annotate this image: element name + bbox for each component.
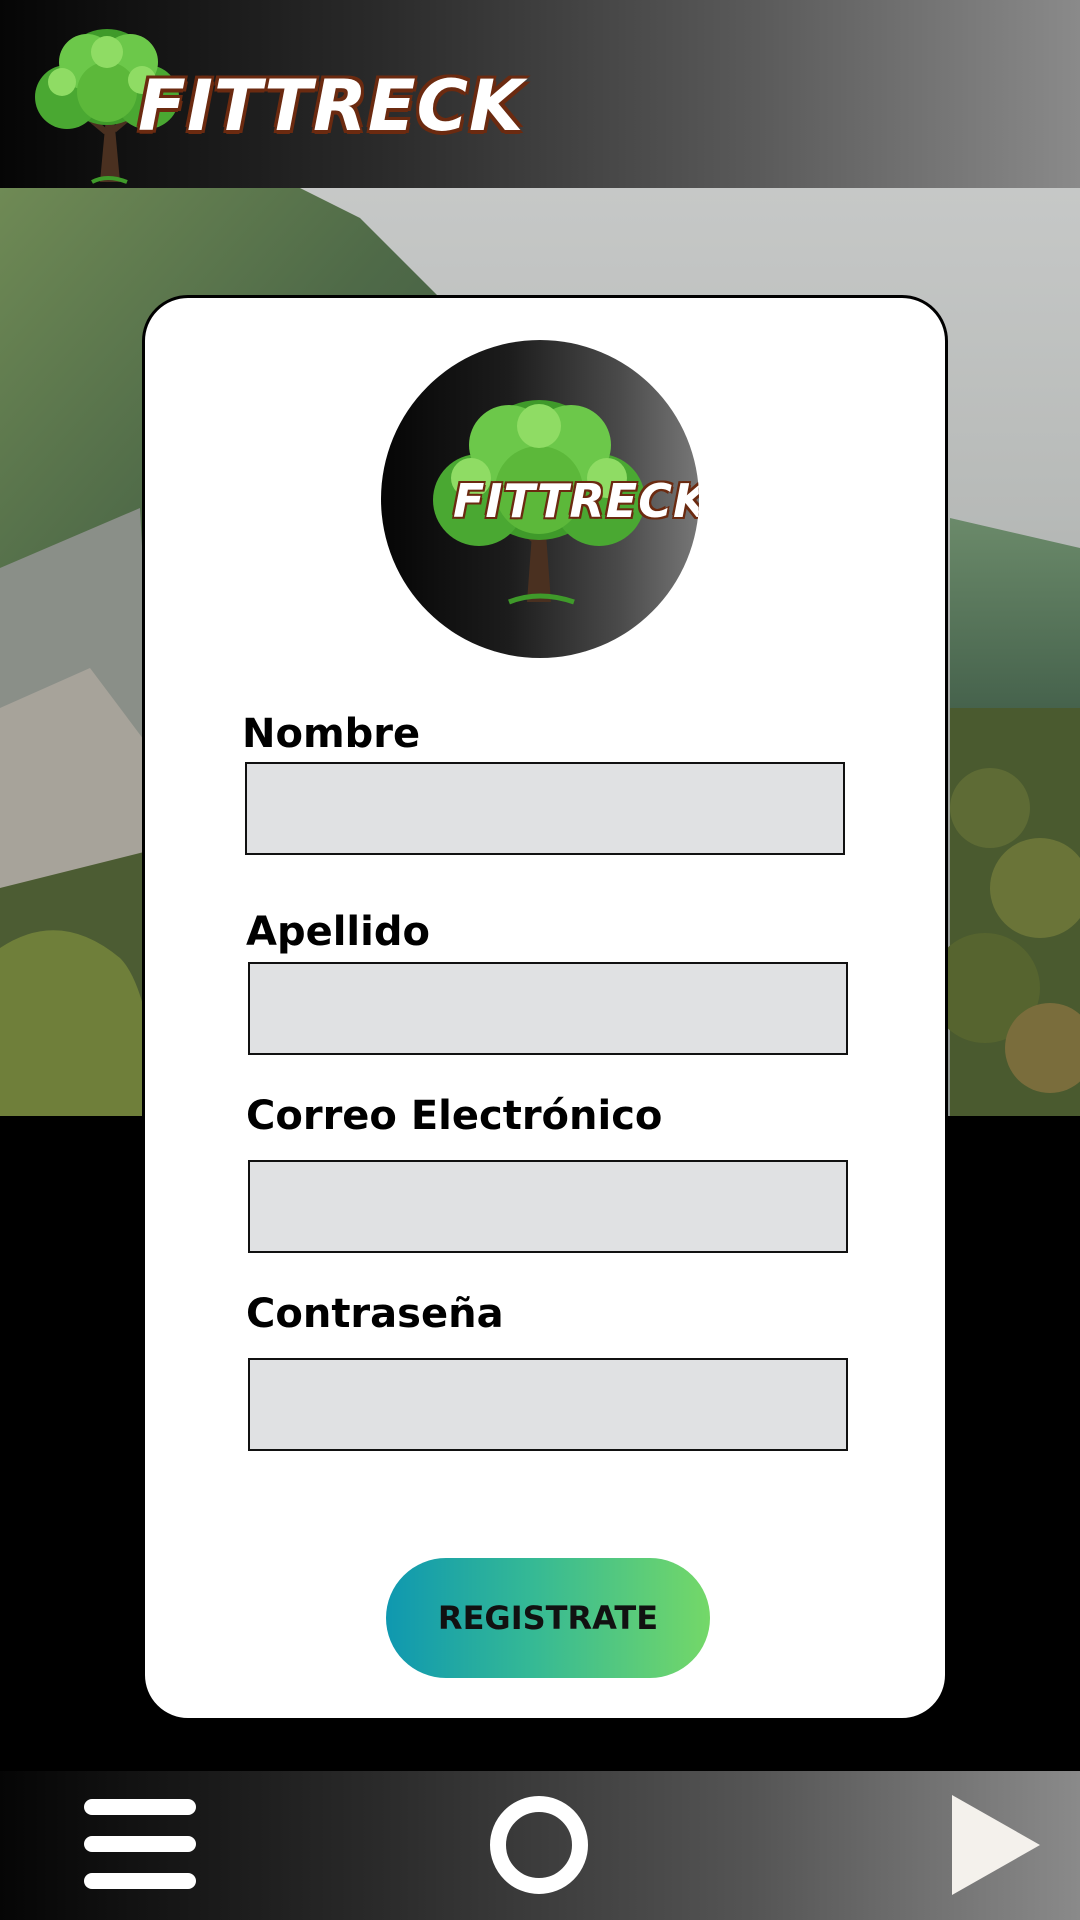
header-logo[interactable]: FITTRECK: [22, 22, 523, 187]
email-label: Correo Electrónico: [246, 1093, 663, 1139]
app-header: FITTRECK: [0, 0, 1080, 188]
home-circle-icon[interactable]: [490, 1796, 588, 1894]
card-logo: FITTRECK: [381, 340, 699, 658]
play-forward-icon[interactable]: [952, 1795, 1040, 1895]
header-brand-text: FITTRECK: [138, 65, 525, 147]
registration-card: FITTRECK Nombre Apellido Correo Electrón…: [142, 295, 948, 1721]
password-input[interactable]: [248, 1358, 848, 1451]
hamburger-menu-icon[interactable]: [84, 1799, 196, 1889]
nombre-input[interactable]: [245, 762, 845, 855]
apellido-label: Apellido: [246, 909, 430, 955]
card-brand-text: FITTRECK: [453, 474, 699, 528]
apellido-input[interactable]: [248, 962, 848, 1055]
bottom-nav-bar: [0, 1771, 1080, 1920]
email-input[interactable]: [248, 1160, 848, 1253]
nombre-label: Nombre: [242, 711, 421, 757]
register-button[interactable]: REGISTRATE: [386, 1558, 710, 1678]
password-label: Contraseña: [246, 1291, 504, 1337]
